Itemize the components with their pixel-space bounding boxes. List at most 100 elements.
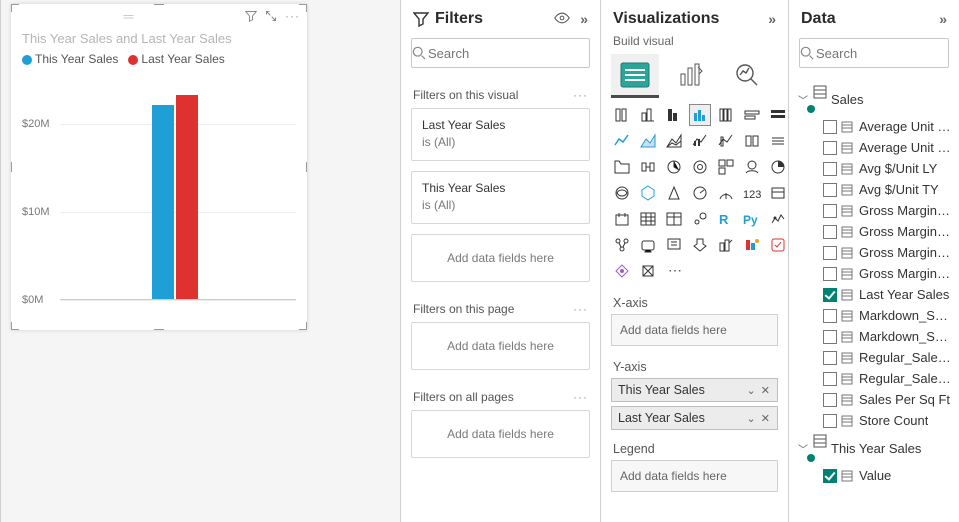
checkbox[interactable] <box>823 162 837 176</box>
viz-type-icon[interactable] <box>611 156 633 178</box>
checkbox[interactable] <box>823 309 837 323</box>
filter-card[interactable]: Last Year Sales is (All) <box>411 108 590 161</box>
collapse-pane-icon[interactable]: » <box>939 11 947 27</box>
show-filters-icon[interactable] <box>554 11 570 27</box>
field-node[interactable]: Markdown_Sal... <box>795 305 953 326</box>
report-canvas[interactable]: ═ ··· This Year Sales and Last Year Sale… <box>0 0 400 522</box>
viz-type-icon[interactable] <box>741 234 763 256</box>
field-chip[interactable]: This Year Sales⌄ ✕ <box>611 378 778 402</box>
bar-last-year-sales[interactable] <box>176 95 198 299</box>
table-node[interactable]: ﹀This Year Sales <box>795 431 953 465</box>
viz-type-icon[interactable] <box>611 208 633 230</box>
viz-type-icon[interactable] <box>715 130 737 152</box>
checkbox[interactable] <box>823 330 837 344</box>
viz-type-icon[interactable] <box>689 156 711 178</box>
viz-type-icon[interactable] <box>715 156 737 178</box>
filter-card[interactable]: This Year Sales is (All) <box>411 171 590 224</box>
tab-build-visual[interactable] <box>611 54 659 98</box>
checkbox[interactable] <box>823 393 837 407</box>
field-node[interactable]: Avg $/Unit LY <box>795 158 953 179</box>
viz-type-icon[interactable] <box>689 182 711 204</box>
checkbox[interactable] <box>823 141 837 155</box>
checkbox[interactable] <box>823 414 837 428</box>
viz-type-icon[interactable]: R <box>715 208 737 230</box>
viz-type-icon[interactable] <box>767 182 788 204</box>
viz-type-icon[interactable]: ⋯ <box>663 260 685 282</box>
field-node[interactable]: Gross Margin T... <box>795 242 953 263</box>
chevron-down-icon[interactable]: ⌄ <box>747 385 757 397</box>
bar-this-year-sales[interactable] <box>152 105 174 299</box>
field-chip[interactable]: Last Year Sales⌄ ✕ <box>611 406 778 430</box>
checkbox[interactable] <box>823 246 837 260</box>
filter-drop-zone[interactable]: Add data fields here <box>411 410 590 458</box>
viz-type-icon[interactable] <box>767 208 788 230</box>
viz-type-icon[interactable] <box>715 182 737 204</box>
more-icon[interactable]: ··· <box>573 302 588 316</box>
viz-type-icon[interactable] <box>611 104 633 126</box>
field-node[interactable]: Regular_Sales_... <box>795 368 953 389</box>
viz-type-icon[interactable] <box>715 234 737 256</box>
drag-handle-icon[interactable]: ═ <box>18 8 237 24</box>
field-node[interactable]: Average Unit P... <box>795 137 953 158</box>
viz-type-icon[interactable] <box>689 104 711 126</box>
viz-type-icon[interactable] <box>689 234 711 256</box>
more-icon[interactable]: ··· <box>573 88 588 102</box>
viz-type-icon[interactable] <box>663 234 685 256</box>
remove-icon[interactable]: ✕ <box>761 413 771 425</box>
chevron-down-icon[interactable]: ⌄ <box>747 413 757 425</box>
table-node[interactable]: ﹀Sales <box>795 82 953 116</box>
viz-type-icon[interactable] <box>767 234 788 256</box>
viz-type-icon[interactable]: 123 <box>741 182 763 204</box>
checkbox[interactable] <box>823 469 837 483</box>
focus-mode-icon[interactable] <box>265 10 277 22</box>
checkbox[interactable] <box>823 267 837 281</box>
field-node[interactable]: Gross Margin L... <box>795 221 953 242</box>
field-node[interactable]: Last Year Sales <box>795 284 953 305</box>
viz-type-icon[interactable] <box>767 104 788 126</box>
viz-type-icon[interactable] <box>689 130 711 152</box>
viz-type-icon[interactable] <box>715 104 737 126</box>
viz-type-icon[interactable] <box>663 104 685 126</box>
field-node[interactable]: Value <box>795 465 953 486</box>
viz-type-icon[interactable] <box>637 104 659 126</box>
viz-type-icon[interactable]: Py <box>741 208 763 230</box>
field-node[interactable]: Markdown_Sal... <box>795 326 953 347</box>
viz-type-icon[interactable] <box>611 130 633 152</box>
viz-type-icon[interactable] <box>611 182 633 204</box>
checkbox[interactable] <box>823 204 837 218</box>
remove-icon[interactable]: ✕ <box>761 385 771 397</box>
chart-visual[interactable]: ═ ··· This Year Sales and Last Year Sale… <box>11 4 307 330</box>
viz-type-icon[interactable] <box>637 208 659 230</box>
viz-type-icon[interactable] <box>637 182 659 204</box>
viz-type-icon[interactable] <box>741 130 763 152</box>
viz-type-icon[interactable] <box>637 156 659 178</box>
viz-type-icon[interactable] <box>663 156 685 178</box>
viz-type-icon[interactable] <box>767 156 788 178</box>
field-node[interactable]: Sales Per Sq Ft <box>795 389 953 410</box>
field-node[interactable]: Avg $/Unit TY <box>795 179 953 200</box>
tab-analytics[interactable] <box>723 54 771 98</box>
field-node[interactable]: Gross Margin T... <box>795 263 953 284</box>
collapse-pane-icon[interactable]: » <box>768 11 776 27</box>
viz-type-icon[interactable] <box>611 260 633 282</box>
more-options-icon[interactable]: ··· <box>285 9 300 23</box>
data-search[interactable] <box>799 38 949 68</box>
filter-drop-zone[interactable]: Add data fields here <box>411 234 590 282</box>
tab-format-visual[interactable] <box>667 54 715 98</box>
checkbox[interactable] <box>823 372 837 386</box>
viz-type-icon[interactable] <box>741 156 763 178</box>
legend-well[interactable]: Add data fields here <box>611 460 778 492</box>
filter-icon[interactable] <box>245 10 257 22</box>
viz-type-icon[interactable] <box>611 234 633 256</box>
filter-drop-zone[interactable]: Add data fields here <box>411 322 590 370</box>
viz-type-icon[interactable] <box>637 260 659 282</box>
viz-type-icon[interactable] <box>663 182 685 204</box>
checkbox[interactable] <box>823 225 837 239</box>
checkbox[interactable] <box>823 120 837 134</box>
checkbox[interactable] <box>823 288 837 302</box>
xaxis-well[interactable]: Add data fields here <box>611 314 778 346</box>
viz-type-icon[interactable] <box>741 104 763 126</box>
filters-search-input[interactable] <box>426 45 600 62</box>
viz-type-icon[interactable] <box>637 234 659 256</box>
collapse-pane-icon[interactable]: » <box>580 11 588 27</box>
